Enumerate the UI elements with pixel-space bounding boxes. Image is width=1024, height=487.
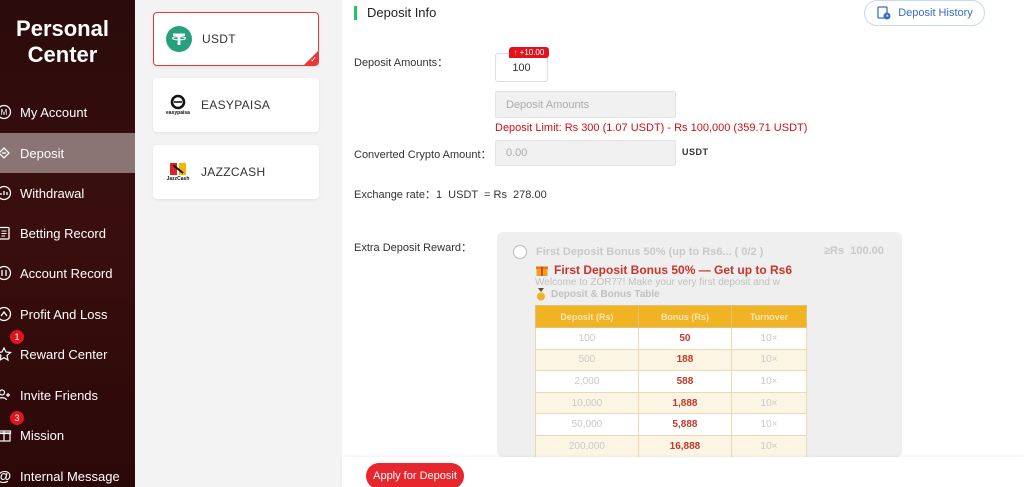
sidebar: Personal Center M My Account Deposit Wit… xyxy=(0,0,135,487)
deposit-panel: Deposit Info Deposit History Deposit Amo… xyxy=(342,0,1024,487)
gift-box-icon xyxy=(536,266,548,276)
sidebar-item-reward-center[interactable]: 1 Reward Center xyxy=(0,330,135,374)
svg-text:@: @ xyxy=(0,468,11,484)
easypaisa-logo: easypaisa xyxy=(163,90,193,120)
method-jazzcash[interactable]: JazzCash JAZZCASH xyxy=(153,145,319,199)
sidebar-item-deposit[interactable]: Deposit xyxy=(0,133,135,173)
account-record-icon xyxy=(0,253,16,293)
crypto-unit: USDT xyxy=(682,147,709,157)
deposit-limit-text: Deposit Limit: Rs 300 (1.07 USDT) - Rs 1… xyxy=(495,122,808,134)
reward-heading: First Deposit Bonus 50% (up to Rs6... ( … xyxy=(536,246,764,258)
col-deposit: Deposit (Rs) xyxy=(535,305,639,328)
usdt-icon xyxy=(164,24,194,54)
reward-minimum: ≥Rs 100.00 xyxy=(824,245,884,257)
payment-methods: USDT ✓ easypaisa EASYPAISA JazzCash JAZZ… xyxy=(135,0,342,487)
sidebar-item-account-record[interactable]: Account Record xyxy=(0,253,135,293)
bonus-welcome-text: Welcome to ZOR77! Make your very first d… xyxy=(535,277,780,288)
table-row: 2,000 588 10× xyxy=(535,370,807,393)
exchange-rate-label: Exchange rate：1 USDT = Rs 278.00 xyxy=(354,189,547,201)
footer-bar: Apply for Deposit xyxy=(342,457,1024,487)
deposit-amounts-label: Deposit Amounts： xyxy=(354,57,449,69)
sidebar-title: Personal Center xyxy=(16,16,109,67)
svg-text:M: M xyxy=(1,108,8,117)
bonus-title-row: First Deposit Bonus 50% — Get up to Rs6 xyxy=(535,263,807,277)
bonus-table: Deposit (Rs) Bonus (Rs) Turnover 100 50 … xyxy=(535,305,807,457)
section-marker xyxy=(354,6,357,20)
sidebar-item-betting-record[interactable]: Betting Record xyxy=(0,213,135,253)
check-icon: ✓ xyxy=(310,55,317,64)
mission-badge: 3 xyxy=(10,411,24,425)
col-turnover: Turnover xyxy=(731,305,807,328)
extra-reward-label: Extra Deposit Reward： xyxy=(354,242,472,254)
section-title: Deposit Info xyxy=(367,5,437,20)
crypto-amount-field: 0.00 xyxy=(495,140,676,166)
converted-crypto-label: Converted Crypto Amount： xyxy=(354,149,492,161)
sidebar-item-profit-and-loss[interactable]: Profit And Loss xyxy=(0,294,135,334)
account-icon: M xyxy=(0,92,16,132)
betting-record-icon xyxy=(0,213,16,253)
invite-icon xyxy=(0,375,16,415)
table-row: 100 50 10× xyxy=(535,327,807,350)
sidebar-item-mission[interactable]: 3 Mission xyxy=(0,411,135,455)
apply-for-deposit-button[interactable]: Apply for Deposit xyxy=(366,463,464,487)
deposit-icon xyxy=(0,133,16,173)
bonus-table-heading: Deposit & Bonus Table xyxy=(535,288,660,301)
method-usdt[interactable]: USDT ✓ xyxy=(153,12,319,66)
history-icon xyxy=(877,6,891,20)
sidebar-item-withdrawal[interactable]: Withdrawal xyxy=(0,173,135,213)
sidebar-item-internal-message[interactable]: @ Internal Message xyxy=(0,456,135,487)
table-row: 200,000 16,888 10× xyxy=(535,434,807,457)
deposit-history-button[interactable]: Deposit History xyxy=(864,0,985,26)
withdrawal-icon xyxy=(0,173,16,213)
amount-bonus-tag: ↑ +10.00 xyxy=(509,47,549,58)
jazzcash-logo: JazzCash xyxy=(163,157,193,187)
at-icon: @ xyxy=(0,456,16,487)
reward-badge: 1 xyxy=(10,330,24,344)
sidebar-item-invite-friends[interactable]: Invite Friends xyxy=(0,375,135,415)
medal-icon xyxy=(537,288,545,301)
sidebar-item-my-account[interactable]: M My Account xyxy=(0,92,135,132)
table-row: 500 188 10× xyxy=(535,348,807,372)
table-row: 50,000 5,888 10× xyxy=(535,413,807,436)
reward-radio[interactable] xyxy=(513,245,527,259)
table-row: 10,000 1,888 10× xyxy=(535,391,807,415)
method-easypaisa[interactable]: easypaisa EASYPAISA xyxy=(153,78,319,132)
reward-option: First Deposit Bonus 50% (up to Rs6... ( … xyxy=(497,232,902,457)
deposit-amount-input[interactable]: Deposit Amounts xyxy=(495,91,676,118)
col-bonus: Bonus (Rs) xyxy=(637,305,733,328)
profit-loss-icon xyxy=(0,294,16,334)
